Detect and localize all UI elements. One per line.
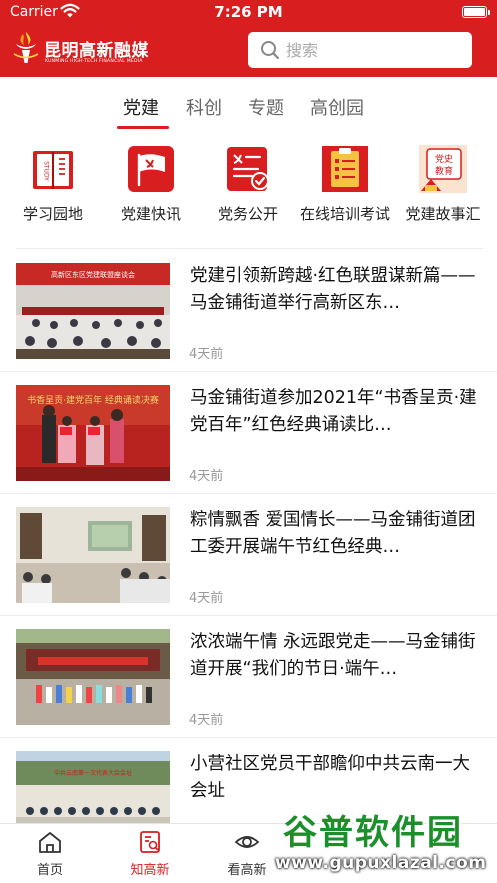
status-bar: Carrier 7:26 PM (0, 0, 497, 26)
tab-party-building[interactable]: 党建 (123, 94, 159, 120)
news-thumbnail: 中共云南第一次代表大会会址 (16, 751, 170, 823)
search-bar[interactable] (248, 32, 472, 68)
brand-subtitle: KUNMING HIGH-TECH FINANCIAL MEDIA (45, 59, 143, 64)
news-list: 高新区东区党建联盟座谈会 党建引领新跨越·红色联盟谋新篇——马金铺街道举行高新区… (0, 250, 497, 823)
entry-online-training[interactable]: 在线培训考试 (300, 145, 390, 230)
entry-label: 学习园地 (22, 205, 83, 223)
watermark-title: 谷普软件园 (283, 813, 463, 853)
banner-text: 书香呈贡·建党百年 经典诵读决赛 (27, 394, 159, 406)
banner-text: 高新区东区党建联盟座谈会 (51, 270, 135, 279)
news-title: 党建引领新跨越·红色联盟谋新篇——马金铺街道举行高新区东… (190, 266, 476, 313)
tab-tech-innovation[interactable]: 科创 (186, 94, 222, 120)
category-tabs: 党建 科创 专题 高创园 (0, 88, 497, 132)
entry-label: 在线培训考试 (300, 205, 391, 223)
tab-topics[interactable]: 专题 (248, 94, 284, 120)
news-title: 马金铺街道参加2021年“书香呈贡·建党百年”红色经典诵读比… (190, 388, 477, 435)
news-item[interactable]: 粽情飘香 爱国情长——马金铺街道团工委开展端午节红色经典… 4天前 (0, 494, 497, 616)
tab-innovation-park[interactable]: 高创园 (310, 94, 364, 120)
entry-party-news[interactable]: 党建快讯 (106, 145, 196, 230)
news-title: 粽情飘香 爱国情长——马金铺街道团工委开展端午节红色经典… (190, 510, 476, 557)
news-thumbnail (16, 507, 170, 603)
eye-icon (234, 836, 260, 848)
search-input[interactable] (286, 32, 466, 68)
app-header: Carrier 7:26 PM 昆明高新融媒 KUNMING HIGH-TECH… (0, 0, 497, 77)
nav-home[interactable]: 首页 (0, 824, 100, 883)
quick-entries: STUDY 学习园地 党建快讯 党务公开 在线培训考试 党史 教育 党建故事汇 (0, 145, 497, 235)
news-time: 4天前 (189, 591, 224, 606)
site-watermark: 谷普软件园 www.gupuxlazal.com (273, 805, 497, 883)
news-item[interactable]: 高新区东区党建联盟座谈会 党建引领新跨越·红色联盟谋新篇——马金铺街道举行高新区… (0, 250, 497, 372)
nav-label: 首页 (36, 863, 63, 878)
section-divider (16, 248, 483, 249)
watermark-url: www.gupuxlazal.com (275, 853, 487, 873)
party-flag-icon (128, 146, 174, 192)
document-check-icon (227, 147, 269, 191)
badge-text-2: 教育 (435, 165, 453, 177)
news-thumbnail: 书香呈贡·建党百年 经典诵读决赛 (16, 385, 170, 481)
search-icon (261, 41, 280, 60)
news-time: 4天前 (189, 347, 224, 362)
news-title: 小营社区党员干部瞻仰中共云南一大会址 (190, 754, 470, 801)
news-thumbnail (16, 629, 170, 725)
brand-name: 昆明高新融媒 (44, 41, 149, 61)
book-icon: STUDY (33, 151, 73, 189)
torch-logo-icon (13, 32, 39, 63)
banner-text: 中共云南第一次代表大会会址 (54, 769, 132, 777)
news-thumbnail: 高新区东区党建联盟座谈会 (16, 263, 170, 359)
app-screen: Carrier 7:26 PM 昆明高新融媒 KUNMING HIGH-TECH… (0, 0, 497, 883)
news-time: 4天前 (189, 469, 224, 484)
active-tab-indicator (117, 126, 169, 129)
clipboard-list-icon (322, 146, 368, 192)
entry-label: 党务公开 (217, 205, 278, 223)
entry-label: 党建故事汇 (405, 205, 481, 223)
zhi-gaoxin-icon (140, 831, 160, 853)
news-item[interactable]: 浓浓端午情 永远跟党走——马金铺街道开展“我们的节日·端午… 4天前 (0, 616, 497, 738)
party-history-icon: 党史 教育 (419, 145, 467, 193)
svg-text:STUDY: STUDY (43, 161, 50, 181)
clock: 7:26 PM (214, 3, 283, 21)
badge-text-1: 党史 (435, 153, 453, 165)
nav-label: 知高新 (130, 863, 170, 878)
entry-study-garden[interactable]: STUDY 学习园地 (8, 145, 98, 230)
home-icon (39, 832, 61, 853)
entry-party-stories[interactable]: 党史 教育 党建故事汇 (398, 145, 488, 230)
news-title: 浓浓端午情 永远跟党走——马金铺街道开展“我们的节日·端午… (190, 632, 476, 679)
battery-icon (462, 6, 490, 18)
nav-zhi-gaoxin[interactable]: 知高新 (100, 824, 200, 883)
entry-party-affairs[interactable]: 党务公开 (203, 145, 293, 230)
entry-label: 党建快讯 (120, 205, 181, 223)
brand-logo: 昆明高新融媒 KUNMING HIGH-TECH FINANCIAL MEDIA (12, 30, 162, 68)
news-time: 4天前 (189, 713, 224, 728)
news-item[interactable]: 书香呈贡·建党百年 经典诵读决赛 马金铺街道参加2021年“书香呈贡·建党百年”… (0, 372, 497, 494)
